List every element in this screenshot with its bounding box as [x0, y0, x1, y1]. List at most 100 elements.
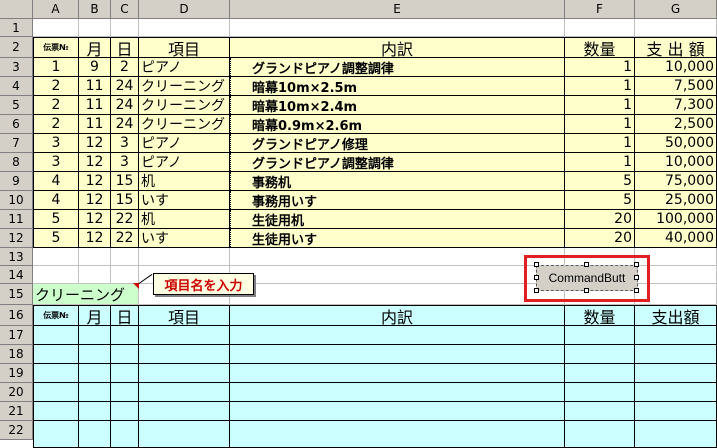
row-header-19[interactable]: 19	[0, 364, 33, 383]
table1-cell[interactable]: クリーニング	[139, 96, 230, 115]
resize-handle[interactable]	[584, 288, 589, 293]
table2-cell[interactable]	[139, 326, 230, 345]
resize-handle[interactable]	[634, 262, 639, 267]
table1-cell[interactable]: 暗幕0.9m×2.6m	[230, 115, 565, 134]
table2-cell[interactable]	[230, 364, 565, 383]
table2-cell[interactable]	[635, 326, 717, 345]
row-header-15[interactable]: 15	[0, 284, 33, 305]
row-header-18[interactable]: 18	[0, 345, 33, 364]
row-header-3[interactable]: 3	[0, 58, 33, 77]
table2-cell[interactable]	[565, 326, 635, 345]
table1-cell[interactable]: 12	[79, 172, 111, 191]
table2-cell[interactable]	[230, 421, 565, 448]
row-header-9[interactable]: 9	[0, 172, 33, 191]
row-header-13[interactable]: 13	[0, 248, 33, 266]
table1-cell[interactable]: 2	[33, 77, 79, 96]
table1-header-amount[interactable]: 支 出 額	[635, 37, 717, 58]
column-header-b[interactable]: B	[79, 0, 111, 19]
table1-cell[interactable]: 机	[139, 172, 230, 191]
table1-header-qty[interactable]: 数量	[565, 37, 635, 58]
table1-cell[interactable]: クリーニング	[139, 77, 230, 96]
table2-cell[interactable]	[635, 383, 717, 402]
row-header-12[interactable]: 12	[0, 229, 33, 248]
table1-cell[interactable]: 1	[565, 96, 635, 115]
table2-header-desc[interactable]: 内訳	[230, 305, 565, 326]
table2-cell[interactable]	[565, 402, 635, 421]
column-header-d[interactable]: D	[139, 0, 230, 19]
table2-cell[interactable]	[111, 326, 139, 345]
table1-cell[interactable]: グランドピアノ修理	[230, 134, 565, 153]
table2-cell[interactable]	[79, 421, 111, 448]
cell[interactable]	[33, 19, 79, 37]
table2-cell[interactable]	[139, 421, 230, 448]
table2-header-month[interactable]: 月	[79, 305, 111, 326]
row-header-17[interactable]: 17	[0, 326, 33, 345]
table2-cell[interactable]	[111, 383, 139, 402]
table1-cell[interactable]: 10,000	[635, 153, 717, 172]
table1-cell[interactable]: グランドピアノ調整調律	[230, 58, 565, 77]
table1-cell[interactable]: 4	[33, 172, 79, 191]
table1-cell[interactable]: 2,500	[635, 115, 717, 134]
table1-cell[interactable]: 11	[79, 96, 111, 115]
table1-cell[interactable]: 20	[565, 229, 635, 248]
row-header-4[interactable]: 4	[0, 77, 33, 96]
table1-header-month[interactable]: 月	[79, 37, 111, 58]
cell[interactable]	[230, 284, 565, 305]
table1-cell[interactable]: 24	[111, 96, 139, 115]
cell[interactable]	[79, 248, 111, 266]
table1-cell[interactable]: ピアノ	[139, 153, 230, 172]
cell[interactable]	[230, 266, 565, 284]
table1-cell[interactable]: 暗幕10m×2.4m	[230, 96, 565, 115]
column-header-f[interactable]: F	[565, 0, 635, 19]
table2-cell[interactable]	[635, 364, 717, 383]
row-header-11[interactable]: 11	[0, 210, 33, 229]
table2-cell[interactable]	[111, 421, 139, 448]
column-header-c[interactable]: C	[111, 0, 139, 19]
table2-cell[interactable]	[565, 383, 635, 402]
table1-cell[interactable]: 5	[33, 210, 79, 229]
table2-cell[interactable]	[33, 421, 79, 448]
table1-cell[interactable]: 12	[79, 191, 111, 210]
row-header-21[interactable]: 21	[0, 402, 33, 421]
table2-cell[interactable]	[139, 383, 230, 402]
cell[interactable]	[33, 266, 79, 284]
table1-cell[interactable]: ピアノ	[139, 58, 230, 77]
table2-cell[interactable]	[33, 326, 79, 345]
table1-header-desc[interactable]: 内訳	[230, 37, 565, 58]
table1-cell[interactable]: いす	[139, 229, 230, 248]
table1-cell[interactable]: 2	[33, 115, 79, 134]
table1-cell[interactable]: 3	[33, 153, 79, 172]
row-header-10[interactable]: 10	[0, 191, 33, 210]
table2-cell[interactable]	[635, 402, 717, 421]
table1-cell[interactable]: 2	[111, 58, 139, 77]
table1-cell[interactable]: 5	[565, 191, 635, 210]
table2-cell[interactable]	[79, 364, 111, 383]
table2-cell[interactable]	[111, 364, 139, 383]
table1-cell[interactable]: 5	[565, 172, 635, 191]
table2-cell[interactable]	[635, 421, 717, 448]
column-header-a[interactable]: A	[33, 0, 79, 19]
table1-cell[interactable]: 2	[33, 96, 79, 115]
cell[interactable]	[111, 248, 139, 266]
resize-handle[interactable]	[634, 288, 639, 293]
table1-cell[interactable]: 暗幕10m×2.5m	[230, 77, 565, 96]
table1-cell[interactable]: 4	[33, 191, 79, 210]
table1-cell[interactable]: 12	[79, 229, 111, 248]
row-header-6[interactable]: 6	[0, 115, 33, 134]
table1-cell[interactable]: 1	[33, 58, 79, 77]
resize-handle[interactable]	[534, 275, 539, 280]
table1-cell[interactable]: 40,000	[635, 229, 717, 248]
table1-cell[interactable]: 生徒用いす	[230, 229, 565, 248]
table1-cell[interactable]: クリーニング	[139, 115, 230, 134]
table1-cell[interactable]: 24	[111, 77, 139, 96]
row-header-5[interactable]: 5	[0, 96, 33, 115]
table1-cell[interactable]: 75,000	[635, 172, 717, 191]
column-header-g[interactable]: G	[635, 0, 717, 19]
table1-cell[interactable]: 1	[565, 153, 635, 172]
table2-cell[interactable]	[139, 402, 230, 421]
resize-handle[interactable]	[534, 288, 539, 293]
table2-cell[interactable]	[565, 345, 635, 364]
table1-cell[interactable]: 生徒用机	[230, 210, 565, 229]
table1-cell[interactable]: 3	[33, 134, 79, 153]
table1-cell[interactable]: 12	[79, 153, 111, 172]
